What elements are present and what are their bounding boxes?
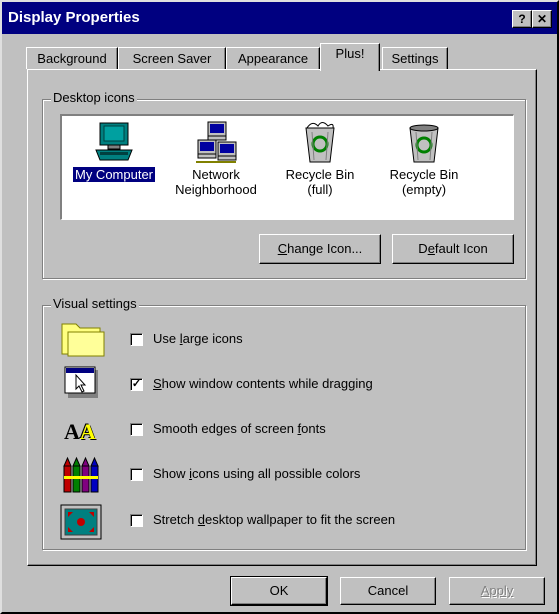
default-icon-button[interactable]: Default Icon: [392, 234, 514, 264]
btn-text: hange Icon...: [287, 241, 363, 256]
desktop-icon-label: Network: [192, 167, 240, 182]
label-text: onts: [301, 421, 326, 436]
label-text: esktop wallpaper to fit the screen: [205, 512, 396, 527]
tab-screen-saver[interactable]: Screen Saver: [118, 47, 226, 69]
folder-icon: [61, 323, 105, 357]
desktop-icons-list[interactable]: My Computer Network Neighborhood Recycle…: [60, 114, 514, 220]
desktop-icon-label: Recycle Bin: [285, 167, 355, 182]
cancel-button[interactable]: Cancel: [340, 577, 436, 605]
tab-label: Appearance: [237, 51, 309, 66]
label-text: Smooth edges of screen: [153, 421, 298, 436]
tab-background[interactable]: Background: [26, 47, 118, 69]
tab-label: Screen Saver: [132, 51, 212, 66]
recycle-bin-empty-icon: [409, 124, 439, 163]
desktop-icon-label: (empty): [401, 182, 447, 197]
visual-settings-legend: Visual settings: [51, 296, 139, 311]
label-text: Show: [153, 466, 190, 481]
btn-text: OK: [269, 583, 289, 598]
monitor-wallpaper-icon: [60, 504, 102, 540]
close-button[interactable]: ✕: [532, 10, 552, 28]
btn-hotkey: e: [427, 241, 435, 256]
desktop-icon-item[interactable]: Network Neighborhood: [166, 120, 266, 197]
use-large-icons-label[interactable]: Use large icons: [153, 331, 243, 346]
desktop-icon-item[interactable]: Recycle Bin (empty): [374, 120, 474, 197]
btn-hotkey: C: [277, 241, 288, 256]
all-colors-label[interactable]: Show icons using all possible colors: [153, 466, 360, 481]
desktop-icon-label: Recycle Bin: [389, 167, 459, 182]
tab-label: Plus!: [335, 46, 365, 61]
stretch-wallpaper-label[interactable]: Stretch desktop wallpaper to fit the scr…: [153, 512, 395, 527]
crayons-icon: [63, 456, 99, 493]
tab-label: Settings: [391, 51, 439, 66]
display-properties-window: Display Properties ? ✕ Background Screen…: [0, 0, 559, 614]
btn-text: D: [418, 241, 428, 256]
label-text: Use: [153, 331, 180, 346]
show-window-contents-checkbox[interactable]: ✓: [130, 378, 143, 391]
label-text: Stretch: [153, 512, 198, 527]
all-colors-checkbox[interactable]: [130, 468, 143, 481]
btn-text: Cancel: [367, 583, 409, 598]
stretch-wallpaper-checkbox[interactable]: [130, 514, 143, 527]
apply-button[interactable]: Apply: [449, 577, 545, 605]
change-icon-button[interactable]: Change Icon...: [259, 234, 381, 264]
title-bar[interactable]: Display Properties ? ✕: [2, 2, 557, 34]
desktop-icon-label: (full): [307, 182, 333, 197]
show-window-contents-label[interactable]: Show window contents while dragging: [153, 376, 373, 391]
my-computer-icon: [95, 122, 133, 161]
tab-label: Background: [37, 51, 107, 66]
label-hotkey: d: [197, 512, 206, 527]
desktop-icon-label: Neighborhood: [175, 182, 257, 197]
window-title: Display Properties: [8, 9, 140, 26]
use-large-icons-checkbox[interactable]: [130, 333, 143, 346]
recycle-bin-full-icon: [305, 122, 335, 163]
btn-text: fault Icon: [434, 241, 488, 256]
desktop-icons-legend: Desktop icons: [51, 90, 137, 105]
ok-button[interactable]: OK: [230, 576, 328, 606]
label-hotkey: S: [153, 376, 162, 391]
help-button[interactable]: ?: [512, 10, 532, 28]
desktop-icon-item[interactable]: Recycle Bin (full): [270, 120, 370, 197]
network-neighborhood-icon: [196, 121, 237, 163]
window-drag-icon: [64, 366, 98, 398]
tab-appearance[interactable]: Appearance: [226, 47, 320, 69]
label-text: how window contents while dragging: [161, 376, 373, 391]
fonts-icon: AA: [64, 419, 96, 444]
tab-plus[interactable]: Plus!: [320, 43, 380, 71]
tab-settings[interactable]: Settings: [382, 47, 448, 69]
btn-text: Apply: [480, 583, 514, 598]
desktop-icon-item[interactable]: My Computer: [64, 120, 164, 182]
desktop-icon-label: My Computer: [72, 167, 156, 182]
label-text: arge icons: [182, 331, 243, 346]
smooth-fonts-label[interactable]: Smooth edges of screen fonts: [153, 421, 326, 436]
smooth-fonts-checkbox[interactable]: [130, 423, 143, 436]
label-text: cons using all possible colors: [192, 466, 361, 481]
